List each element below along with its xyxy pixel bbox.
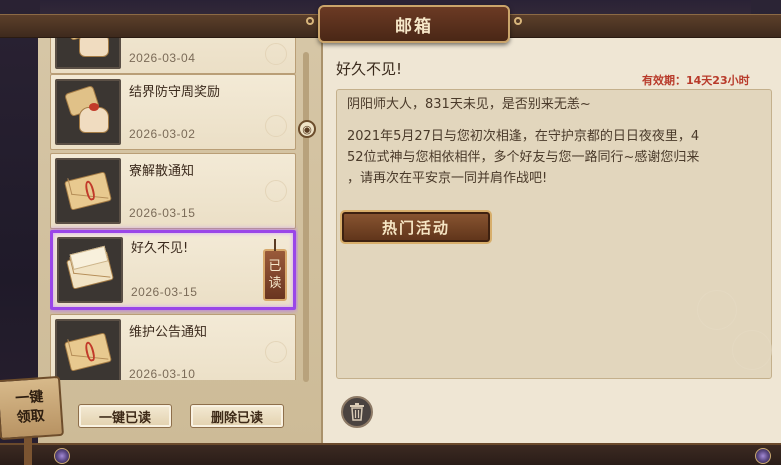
mail-detail-title: 好久不见! bbox=[336, 60, 403, 78]
mail-body-line: ，请再次在平安京一同并肩作战吧! bbox=[347, 171, 548, 186]
mail-list-panel: 2026-03-04 结界防守周奖励 2026-03-02 寮解散通知 2026… bbox=[38, 38, 323, 443]
flower-ornament-icon bbox=[265, 341, 287, 363]
gift-icon bbox=[64, 38, 111, 59]
claim-all-button[interactable]: 一键 领取 bbox=[0, 375, 65, 441]
title-plaque: 邮箱 bbox=[306, 5, 522, 43]
trash-icon bbox=[350, 403, 364, 421]
mail-list[interactable]: 2026-03-04 结界防守周奖励 2026-03-02 寮解散通知 2026… bbox=[50, 38, 298, 380]
mail-title: 寮解散通知 bbox=[129, 164, 195, 179]
mail-date: 2026-03-02 bbox=[129, 127, 196, 141]
mail-date: 2026-03-15 bbox=[129, 206, 196, 220]
mail-item-selected[interactable]: 好久不见! 2026-03-15 已 读 bbox=[50, 230, 296, 310]
mail-greeting: 阴阳师大人，831天未见，是否别来无恙~ bbox=[347, 97, 591, 112]
mail-title: 好久不见! bbox=[131, 241, 189, 256]
ornament-icon bbox=[306, 17, 314, 25]
mail-title: 结界防守周奖励 bbox=[129, 85, 221, 100]
mail-date: 2026-03-10 bbox=[129, 367, 196, 380]
flower-ornament-icon bbox=[697, 290, 737, 330]
window-title: 邮箱 bbox=[395, 16, 433, 37]
orb-icon bbox=[54, 448, 70, 464]
flower-ornament-icon bbox=[265, 115, 287, 137]
delete-mail-button[interactable] bbox=[341, 396, 373, 428]
mail-body-line: 52位式神与您相依相伴，多个好友与您一路同行~感谢您归来 bbox=[347, 150, 700, 165]
ornament-icon bbox=[514, 17, 522, 25]
mail-date: 2026-03-04 bbox=[129, 51, 196, 65]
mail-body-line: 2021年5月27日与您初次相逢，在守护京都的日日夜夜里，4 bbox=[347, 129, 700, 144]
hot-event-button[interactable]: 热门活动 bbox=[340, 210, 492, 244]
envelope-icon bbox=[63, 171, 113, 211]
read-badge: 已 读 bbox=[263, 239, 287, 301]
open-envelope-icon bbox=[65, 250, 115, 290]
expiry-label: 有效期：14天23小时 bbox=[642, 74, 750, 87]
scroll-knob-icon[interactable]: ◉ bbox=[298, 120, 316, 138]
list-scrollbar[interactable] bbox=[303, 52, 309, 382]
bottom-frame bbox=[0, 443, 781, 465]
gift-icon bbox=[64, 84, 111, 135]
mail-item[interactable]: 结界防守周奖励 2026-03-02 bbox=[50, 74, 296, 150]
mail-item[interactable]: 维护公告通知 2026-03-10 bbox=[50, 314, 296, 380]
mail-thumbnail bbox=[55, 319, 121, 380]
flower-ornament-icon bbox=[265, 180, 287, 202]
mail-thumbnail bbox=[55, 38, 121, 69]
mail-item[interactable]: 2026-03-04 bbox=[50, 38, 296, 74]
orb-icon bbox=[755, 448, 771, 464]
flower-ornament-icon bbox=[265, 43, 287, 65]
mail-thumbnail bbox=[55, 79, 121, 145]
mail-date: 2026-03-15 bbox=[131, 285, 198, 299]
mail-title: 维护公告通知 bbox=[129, 325, 208, 340]
mail-thumbnail bbox=[57, 237, 123, 303]
envelope-icon bbox=[63, 332, 113, 372]
mail-item[interactable]: 寮解散通知 2026-03-15 bbox=[50, 153, 296, 229]
mail-thumbnail bbox=[55, 158, 121, 224]
flower-ornament-icon bbox=[732, 330, 772, 370]
delete-read-button[interactable]: 删除已读 bbox=[190, 404, 284, 428]
mark-all-read-button[interactable]: 一键已读 bbox=[78, 404, 172, 428]
